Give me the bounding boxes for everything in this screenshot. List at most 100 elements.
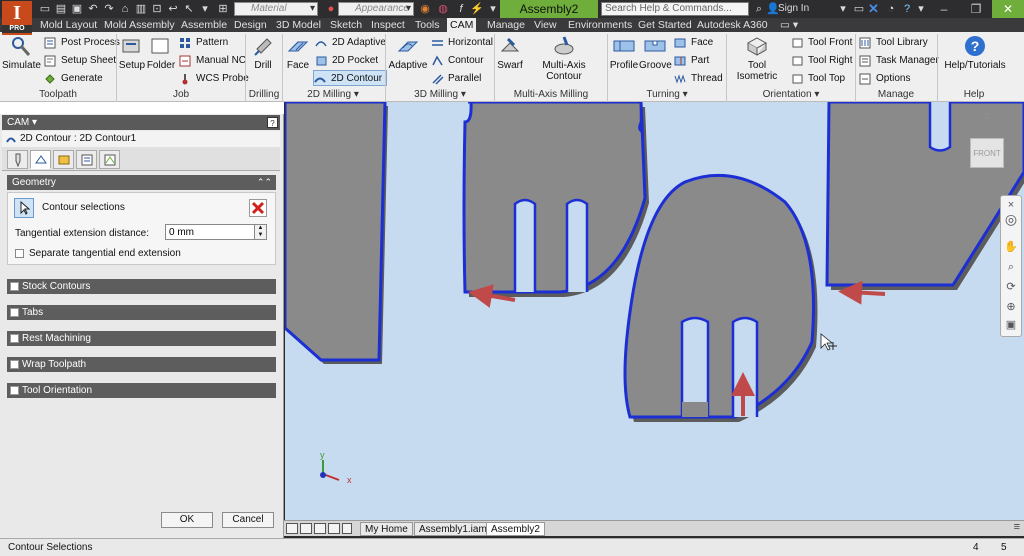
select-icon[interactable]: ↖ <box>182 2 196 16</box>
viewcube[interactable]: FRONT <box>970 138 1004 168</box>
2d-pocket-button[interactable]: 2D Pocket <box>315 53 378 69</box>
snap-icon[interactable]: ⊞ <box>216 2 230 16</box>
tab-list-icon[interactable] <box>342 523 352 534</box>
collapse-icon[interactable]: ⌃⌃ <box>257 175 272 190</box>
tab-view[interactable]: View <box>534 18 557 32</box>
tab-3d-model[interactable]: 3D Model <box>276 18 321 32</box>
exchange-icon[interactable]: ✕ <box>868 1 880 17</box>
simulate-button[interactable]: Simulate <box>2 35 41 71</box>
tool-orientation-section[interactable]: Tool Orientation <box>7 383 276 398</box>
customize-icon[interactable]: ▾ <box>486 2 500 16</box>
material-select[interactable]: Material ▾ <box>234 2 318 16</box>
color-override-icon[interactable]: ◉ <box>418 2 432 16</box>
stock-contours-section[interactable]: Stock Contours <box>7 279 276 294</box>
print-icon[interactable]: ▥ <box>134 2 148 16</box>
rest-machining-checkbox[interactable] <box>10 334 19 343</box>
app-menu-button[interactable]: I PRO <box>2 1 32 35</box>
setup-sheet-button[interactable]: Setup Sheet <box>44 53 116 69</box>
orbit-icon[interactable]: ⟳ <box>1004 280 1018 294</box>
generate-button[interactable]: Generate <box>44 71 103 87</box>
filter-icon[interactable]: ▾ <box>198 2 212 16</box>
wrap-toolpath-section[interactable]: Wrap Toolpath <box>7 357 276 372</box>
adaptive-button[interactable]: Adaptive <box>388 35 428 71</box>
parameters-icon[interactable]: f <box>454 2 468 16</box>
wrap-toolpath-checkbox[interactable] <box>10 360 19 369</box>
help-dropdown-icon[interactable]: ▾ <box>914 2 928 16</box>
tab-passes[interactable] <box>76 150 97 169</box>
update-icon[interactable]: ⚡ <box>470 2 484 16</box>
pan-icon[interactable]: ✋ <box>1004 240 1018 254</box>
profile-button[interactable]: Profile <box>609 35 639 71</box>
tab-cam[interactable]: CAM <box>447 18 477 32</box>
viewcube-home-icon[interactable]: ⌂ <box>984 110 998 122</box>
ok-button[interactable]: OK <box>161 512 213 528</box>
tab-sketch[interactable]: Sketch <box>330 18 362 32</box>
part-center[interactable] <box>623 173 818 422</box>
help-icon[interactable]: ? <box>900 2 914 16</box>
tab-inspect[interactable]: Inspect <box>371 18 405 32</box>
tile-horizontal-icon[interactable] <box>286 523 298 534</box>
separate-tangential-checkbox[interactable] <box>15 249 24 258</box>
home-icon[interactable]: ⌂ <box>118 2 132 16</box>
tab-design[interactable]: Design <box>234 18 267 32</box>
doc-tab-my-home[interactable]: My Home <box>360 522 413 536</box>
options-button[interactable]: Options <box>859 71 910 87</box>
thread-button[interactable]: Thread <box>674 71 723 87</box>
tab-autodesk-a360[interactable]: Autodesk A360 <box>697 18 768 32</box>
steering-wheel-icon[interactable]: ◎ <box>1004 212 1018 226</box>
a360-icon[interactable]: ◔ <box>884 2 898 16</box>
tool-top-button[interactable]: Tool Top <box>791 71 845 87</box>
clear-appearance-icon[interactable]: ◍ <box>436 2 450 16</box>
doc-tab-assembly1[interactable]: Assembly1.iam <box>414 522 492 536</box>
pattern-button[interactable]: Pattern <box>179 35 228 51</box>
help-tutorials-button[interactable]: ? Help/Tutorials <box>940 35 1010 71</box>
group-label-2d-milling[interactable]: 2D Milling ▾ <box>283 88 383 101</box>
groove-button[interactable]: Groove <box>639 35 672 71</box>
tool-library-button[interactable]: Tool Library <box>859 35 928 51</box>
tab-get-started[interactable]: Get Started <box>638 18 692 32</box>
tabs-menu-icon[interactable]: ≡ <box>1014 521 1020 533</box>
stock-contours-checkbox[interactable] <box>10 282 19 291</box>
separate-tangential-row[interactable]: Separate tangential end extension <box>15 248 181 259</box>
tab-environments[interactable]: Environments <box>568 18 632 32</box>
multi-axis-contour-button[interactable]: Multi-Axis Contour <box>524 35 604 82</box>
return-icon[interactable]: ↩ <box>166 2 180 16</box>
sign-in-link[interactable]: Sign In <box>778 1 809 17</box>
search-input[interactable]: Search Help & Commands... <box>601 2 749 16</box>
save-icon[interactable]: ▣ <box>70 2 84 16</box>
part-button[interactable]: Part <box>674 53 709 69</box>
2d-adaptive-button[interactable]: 2D Adaptive <box>315 35 386 51</box>
look-at-icon[interactable]: ⊕ <box>1004 300 1018 314</box>
group-label-turning[interactable]: Turning ▾ <box>608 88 726 101</box>
contour-pick-button[interactable] <box>14 198 34 218</box>
tool-orientation-checkbox[interactable] <box>10 386 19 395</box>
open-icon[interactable]: ▤ <box>54 2 68 16</box>
minimize-icon[interactable]: – <box>928 0 960 18</box>
undo-icon[interactable]: ↶ <box>86 2 100 16</box>
tab-geometry[interactable] <box>30 150 51 169</box>
part-middle-top[interactable] <box>462 102 649 297</box>
tabs-section[interactable]: Tabs <box>7 305 276 320</box>
part-right[interactable] <box>825 102 1024 290</box>
navbar-menu-icon[interactable]: ▣ <box>1004 318 1018 332</box>
tangential-extension-spinner[interactable]: ▲ ▼ <box>255 224 267 240</box>
close-icon[interactable]: ✕ <box>992 0 1024 18</box>
geometry-section-header[interactable]: Geometry ⌃⌃ <box>7 175 276 190</box>
cam-browser-header[interactable]: CAM ▾ ? <box>2 115 280 130</box>
cancel-button[interactable]: Cancel <box>222 512 274 528</box>
cascade-icon[interactable] <box>314 523 326 534</box>
wcs-probe-button[interactable]: WCS Probe <box>179 71 249 87</box>
tab-linking[interactable] <box>99 150 120 169</box>
tab-assemble[interactable]: Assemble <box>181 18 227 32</box>
group-label-orientation[interactable]: Orientation ▾ <box>727 88 855 101</box>
part-left[interactable] <box>285 102 388 364</box>
graphics-viewport[interactable]: y x <box>285 102 1024 520</box>
cart-icon[interactable]: ▭ <box>852 2 866 16</box>
ribbon-options-icon[interactable]: ▭ ▾ <box>780 18 798 32</box>
tab-mold-assembly[interactable]: Mold Assembly <box>104 18 175 32</box>
restore-icon[interactable]: ❐ <box>960 0 992 18</box>
face-button[interactable]: Face <box>284 35 312 71</box>
tab-manage[interactable]: Manage <box>487 18 525 32</box>
contour-button[interactable]: Contour <box>431 53 484 69</box>
task-manager-button[interactable]: Task Manager <box>859 53 939 69</box>
